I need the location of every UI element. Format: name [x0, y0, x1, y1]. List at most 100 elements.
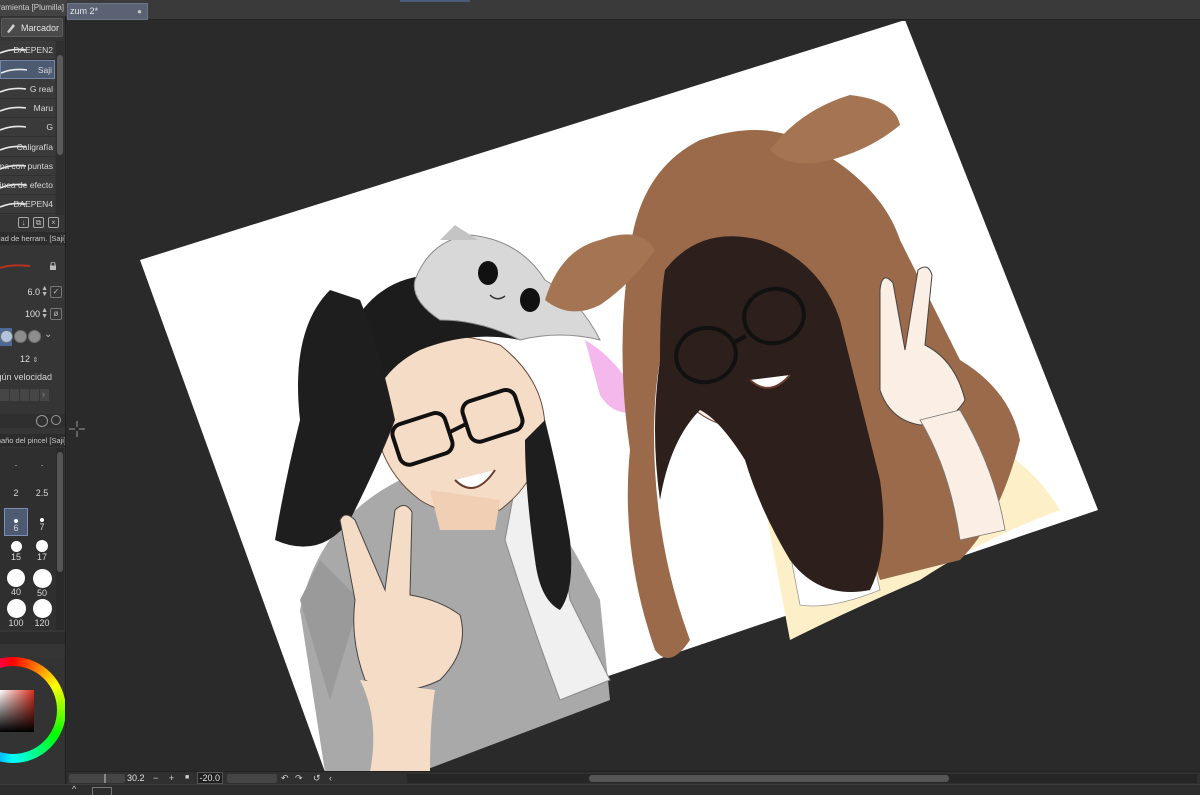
velocity-bar[interactable]	[0, 389, 55, 401]
tab-close-icon[interactable]: ●	[137, 4, 142, 19]
download-icon[interactable]: ↓	[18, 216, 29, 228]
brush-list-scrollbar[interactable]	[56, 41, 64, 215]
brush-item[interactable]: G	[0, 118, 55, 138]
panel-toggle-icon[interactable]	[92, 787, 112, 795]
brush-size-label: 15	[10, 552, 21, 562]
document-tab-label: zum 2*	[70, 6, 99, 16]
brush-shape-blur-icon[interactable]	[28, 330, 41, 343]
brush-size-label: .	[14, 458, 18, 468]
search-icon[interactable]	[51, 415, 61, 425]
spinner-icon[interactable]: ▲ ▼	[41, 285, 48, 298]
fit-button[interactable]: ■	[185, 774, 189, 781]
lock-icon[interactable]	[49, 262, 57, 270]
document-tab[interactable]: zum 2* ●	[67, 3, 148, 20]
flip-icon[interactable]: ‹	[329, 773, 332, 783]
brush-item-label: DAEPEN2	[13, 45, 53, 55]
brush-item[interactable]: DAEPEN2	[0, 41, 55, 60]
brush-size-preset[interactable]: .	[30, 448, 54, 476]
zoom-slider-handle[interactable]	[104, 774, 106, 783]
brush-item[interactable]: Maru	[0, 99, 55, 118]
brush-shape-soft-icon[interactable]	[14, 330, 27, 343]
chevron-right-icon[interactable]: ›	[42, 389, 45, 399]
brush-stroke-preview-icon	[0, 106, 26, 112]
brush-size-preset[interactable]: 2	[4, 478, 28, 506]
top-bar: Sub Herramienta [Plumilla] zum 2* ●	[0, 0, 1200, 20]
brush-size-label: 7	[39, 522, 45, 532]
reset-rotation-icon[interactable]: ↺	[313, 773, 321, 784]
trash-icon[interactable]: ×	[48, 216, 59, 228]
brush-size-dot	[32, 599, 52, 618]
sub-tool-panel-title: Sub Herramienta [Plumilla]	[0, 0, 66, 16]
brush-size-field[interactable]: 6.0 ▲ ▼ ✓	[0, 285, 65, 301]
zoom-out-button[interactable]: −	[153, 773, 158, 783]
brush-item[interactable]: G real	[0, 80, 55, 99]
brush-size-preset[interactable]: 100	[4, 598, 28, 628]
brush-size-preset[interactable]: 7	[30, 508, 54, 536]
artwork-canvas[interactable]	[67, 21, 1200, 771]
brush-item-label: Maru	[33, 102, 53, 113]
brush-item[interactable]: Caligrafía	[0, 138, 55, 157]
spinner-icon[interactable]: ⇕	[33, 357, 39, 364]
brush-size-label: 2	[13, 488, 19, 498]
opacity-field[interactable]: 100 ▲ ▼ ø	[0, 307, 65, 323]
sub-tool-group-button[interactable]: Marcador	[1, 18, 63, 37]
brush-stroke-preview-icon	[0, 87, 26, 93]
brush-item-label: Saji	[37, 65, 52, 76]
brush-size-preset[interactable]: 120	[30, 598, 54, 628]
brush-item[interactable]: Saji	[0, 60, 55, 80]
brush-size-scrollbar[interactable]	[56, 448, 64, 630]
chevron-down-icon[interactable]: ⌄	[44, 329, 52, 340]
brush-size-label: 6	[13, 523, 19, 533]
brush-item-label: Línea de efecto	[0, 180, 53, 191]
brush-size-grid: .. 2 2.5 6 7 15 17 40 50 100 120	[0, 448, 56, 630]
zoom-value[interactable]: 30.2	[127, 773, 145, 783]
scroll-thumb[interactable]	[57, 55, 63, 155]
spinner-icon[interactable]: ▲ ▼	[41, 307, 48, 320]
brush-size-label: 50	[36, 588, 47, 598]
brush-item[interactable]: DAEPEN4	[0, 195, 55, 215]
brush-item[interactable]: Pluma con puntas	[0, 157, 55, 176]
brush-item-label: Caligrafía	[16, 141, 53, 152]
size-dynamics-icon[interactable]: ✓	[50, 286, 62, 298]
brush-item-label: DAEPEN4	[13, 199, 53, 210]
brush-size-preset[interactable]: 6	[4, 508, 28, 536]
brush-item[interactable]: Línea de efecto	[0, 176, 55, 196]
velocity-label: Según velocidad	[0, 372, 52, 382]
zoom-in-button[interactable]: +	[169, 773, 174, 783]
opacity-dynamics-icon[interactable]: ø	[50, 308, 62, 320]
brush-size-label: 2.5	[35, 488, 49, 498]
copy-icon[interactable]: ⧉	[33, 216, 44, 228]
brush-size-preset[interactable]: 50	[30, 568, 54, 598]
rotation-slider[interactable]	[227, 774, 277, 783]
brush-size-preset[interactable]: 17	[30, 538, 54, 566]
brush-size-preset[interactable]: 2.5	[30, 478, 54, 506]
rotate-left-icon[interactable]: ↶	[281, 773, 289, 784]
hardness-value[interactable]: 12	[20, 354, 30, 364]
horizontal-scrollbar[interactable]	[407, 774, 1197, 783]
brush-size-dot	[10, 541, 22, 552]
brush-size-label: 100	[8, 618, 24, 628]
brush-list-tools: ↓ ⧉ ×	[18, 215, 64, 229]
cat-eye-right	[520, 288, 540, 312]
brush-size-preset[interactable]: 15	[4, 538, 28, 566]
brush-size-preset[interactable]: 40	[4, 568, 28, 597]
brush-shape-round-icon[interactable]	[0, 330, 13, 343]
brush-item-label: G real	[29, 83, 53, 94]
brush-size-label: 40	[10, 587, 21, 597]
chevron-up-icon[interactable]: ^	[72, 784, 76, 794]
canvas-area[interactable]	[67, 21, 1200, 771]
opacity-value[interactable]: 100	[25, 309, 40, 319]
rotate-right-icon[interactable]: ↷	[295, 773, 303, 784]
brush-stroke-preview	[0, 261, 31, 271]
saturation-value-square[interactable]	[0, 690, 34, 732]
brush-size-preset[interactable]: .	[4, 448, 28, 476]
settings-icon[interactable]	[36, 415, 48, 427]
hardness-field[interactable]: 12 ⇕	[20, 354, 38, 364]
scroll-thumb[interactable]	[57, 452, 63, 572]
scroll-thumb[interactable]	[589, 775, 949, 782]
zoom-slider[interactable]	[69, 774, 125, 783]
brush-item-label: Pluma con puntas	[0, 160, 53, 171]
brush-stroke-preview-icon	[0, 125, 26, 131]
brush-size-value[interactable]: 6.0	[27, 287, 40, 297]
rotation-angle-value[interactable]: -20.0	[197, 772, 223, 784]
